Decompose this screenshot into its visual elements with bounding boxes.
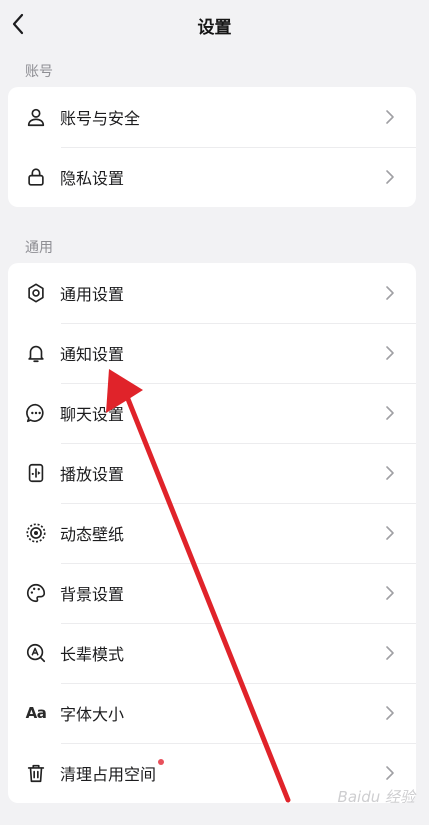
settings-item-playback[interactable]: 播放设置 [8,443,416,503]
gear-icon [24,281,48,305]
live-wallpaper-icon [24,521,48,545]
palette-icon [24,581,48,605]
chevron-right-icon [386,466,394,480]
chat-bubble-icon [24,401,48,425]
bell-icon [24,341,48,365]
play-settings-icon [24,461,48,485]
settings-item-chat[interactable]: 聊天设置 [8,383,416,443]
settings-item-label: 账号与安全 [60,109,141,128]
user-icon [24,105,48,129]
top-nav-bar: 设置 [0,0,429,50]
account-settings-card: 账号与安全 隐私设置 [8,87,416,207]
trash-icon [24,761,48,785]
settings-item-general[interactable]: 通用设置 [8,263,416,323]
section-label-general: 通用 [25,240,53,256]
settings-item-label: 清理占用空间 [60,759,165,785]
settings-item-live-wallpaper[interactable]: 动态壁纸 [8,503,416,563]
settings-item-privacy[interactable]: 隐私设置 [8,147,416,207]
chevron-right-icon [386,286,394,300]
settings-item-label: 通知设置 [60,345,125,364]
chevron-right-icon [386,706,394,720]
chevron-right-icon [386,406,394,420]
lock-icon [24,165,48,189]
settings-item-font-size[interactable]: Aa 字体大小 [8,683,416,743]
settings-item-elder-mode[interactable]: 长辈模式 [8,623,416,683]
settings-item-label: 隐私设置 [60,169,125,188]
settings-item-label: 字体大小 [60,705,125,724]
chevron-right-icon [386,586,394,600]
settings-item-label: 长辈模式 [60,645,125,664]
settings-item-background[interactable]: 背景设置 [8,563,416,623]
chevron-right-icon [386,766,394,780]
section-label-account: 账号 [25,64,53,80]
settings-item-account-security[interactable]: 账号与安全 [8,87,416,147]
chevron-right-icon [386,646,394,660]
settings-item-label: 背景设置 [60,585,125,604]
notification-dot-badge [158,759,165,765]
general-settings-card: 通用设置 通知设置 聊天设置 播放设置 动态壁纸 背景设置 长辈模式 Aa 字体… [8,263,416,803]
watermark-logo: Baidu 经验 [337,788,415,806]
page-title: 设置 [197,18,232,38]
chevron-right-icon [386,346,394,360]
font-size-icon: Aa [25,704,47,722]
chevron-right-icon [386,526,394,540]
settings-item-label: 聊天设置 [60,405,125,424]
elder-mode-icon [24,641,48,665]
chevron-right-icon [386,170,394,184]
settings-item-label: 通用设置 [60,285,125,304]
settings-item-label: 播放设置 [60,465,125,484]
settings-item-label: 动态壁纸 [60,525,125,544]
settings-item-notifications[interactable]: 通知设置 [8,323,416,383]
chevron-right-icon [386,110,394,124]
